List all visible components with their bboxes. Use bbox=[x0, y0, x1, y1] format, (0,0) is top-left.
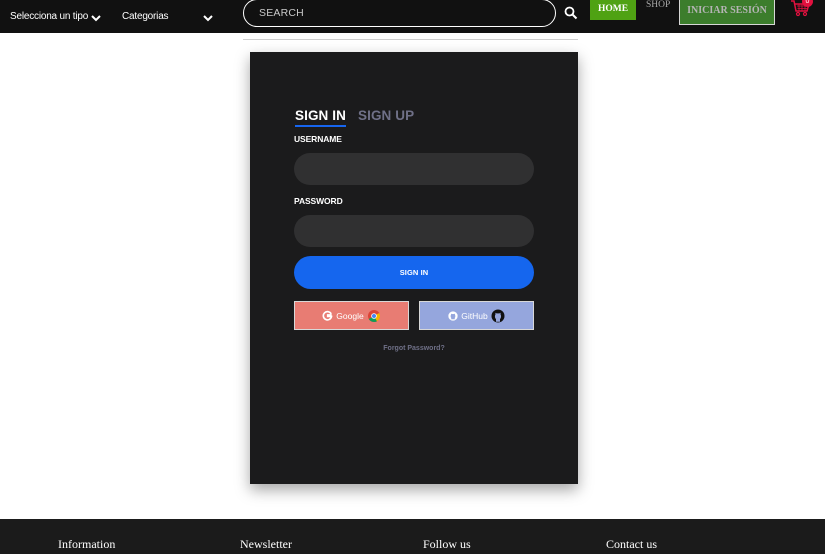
category-select-label: Categorias bbox=[122, 11, 169, 22]
google-button-label: Google bbox=[336, 310, 364, 321]
github-button-label: GitHub bbox=[461, 310, 488, 321]
username-field[interactable] bbox=[294, 153, 534, 185]
search-placeholder: SEARCH bbox=[259, 7, 304, 19]
footer-heading-contact-us: Contact us bbox=[606, 537, 657, 551]
category-select[interactable]: Categorias bbox=[122, 0, 218, 33]
search-icon[interactable] bbox=[563, 5, 579, 21]
github-icon bbox=[491, 309, 505, 322]
footer-heading-newsletter: Newsletter bbox=[240, 537, 292, 551]
footer-heading-information: Information bbox=[58, 537, 116, 551]
tab-sign-up[interactable]: SIGN UP bbox=[358, 108, 414, 123]
footer: Information Newsletter Follow us Contact… bbox=[0, 519, 825, 554]
nav-home-link[interactable]: HOME bbox=[590, 0, 636, 20]
chrome-icon bbox=[367, 309, 380, 322]
type-select[interactable]: Selecciona un tipo bbox=[10, 0, 106, 33]
forgot-password-link[interactable]: Forgot Password? bbox=[294, 345, 534, 352]
chevron-down-icon bbox=[203, 15, 213, 22]
github-login-button[interactable]: GitHub bbox=[419, 301, 534, 330]
footer-heading-follow-us: Follow us bbox=[423, 537, 471, 551]
auth-card: SIGN IN SIGN UP USERNAME PASSWORD SIGN I… bbox=[250, 52, 578, 484]
github-icon bbox=[448, 310, 458, 321]
nav-shop-link[interactable]: SHOP bbox=[646, 0, 670, 12]
password-field[interactable] bbox=[294, 215, 534, 247]
google-login-button[interactable]: Google bbox=[294, 301, 409, 330]
login-button[interactable]: INICIAR SESIÓN bbox=[679, 0, 775, 25]
chevron-down-icon bbox=[91, 15, 101, 22]
search-input[interactable]: SEARCH bbox=[243, 0, 556, 27]
header-divider bbox=[243, 39, 578, 40]
sign-in-button[interactable]: SIGN IN bbox=[294, 256, 534, 289]
username-label: USERNAME bbox=[294, 134, 342, 144]
top-navbar: Selecciona un tipo Categorias SEARCH HOM… bbox=[0, 0, 825, 33]
type-select-label: Selecciona un tipo bbox=[10, 11, 89, 22]
google-g-icon bbox=[322, 310, 333, 321]
password-label: PASSWORD bbox=[294, 196, 343, 206]
tab-sign-in[interactable]: SIGN IN bbox=[295, 108, 346, 127]
